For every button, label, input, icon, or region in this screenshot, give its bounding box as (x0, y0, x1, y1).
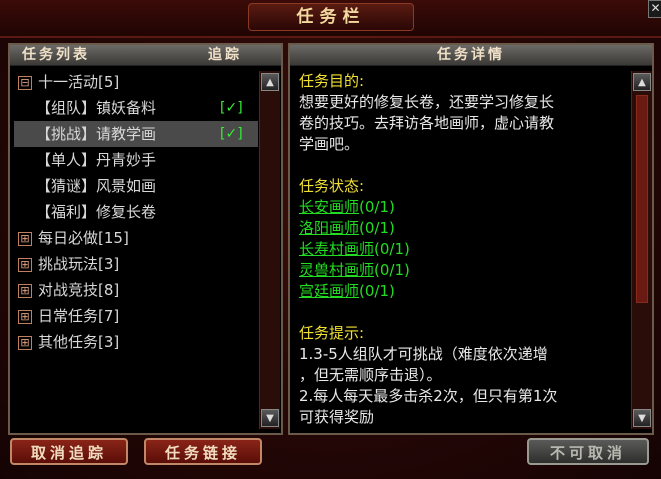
category-row[interactable]: ⊞ 其他任务[3] (14, 329, 258, 355)
status-item: 长安画师(0/1) (299, 197, 625, 218)
npc-link[interactable]: 长安画师 (299, 198, 359, 216)
task-item-label: 【猜谜】风景如画 (36, 177, 157, 195)
goal-heading: 任务目的: (299, 72, 365, 90)
task-detail-scrollbar[interactable]: ▲ ▼ (631, 71, 652, 429)
expand-icon[interactable]: ⊞ (18, 309, 32, 324)
task-detail-content: 任务目的: 想要更好的修复长卷，还要学习修复长 卷的技巧。去拜访各地画师，虚心请… (299, 71, 625, 427)
hint-line: ，但无需顺序击退）。 (299, 366, 442, 384)
window-title: 任务栏 (248, 3, 414, 31)
task-list-panel: 任务列表 追踪 ⊟ 十一活动[5] 【组队】镇妖备料 [✓] 【挑战】请教学画 [… (8, 43, 283, 435)
task-item-selected[interactable]: 【挑战】请教学画 [✓] (14, 121, 258, 147)
status-progress: (0/1) (374, 240, 410, 258)
goal-line: 卷的技巧。去拜访各地画师，虚心请教 (299, 114, 555, 132)
scroll-up-icon[interactable]: ▲ (261, 73, 279, 91)
task-item[interactable]: 【福利】修复长卷 (14, 199, 258, 225)
scroll-up-icon[interactable]: ▲ (633, 73, 651, 91)
status-progress: (0/1) (359, 219, 395, 237)
category-label: 挑战玩法[3] (38, 255, 120, 273)
task-item[interactable]: 【猜谜】风景如画 (14, 173, 258, 199)
task-list-scrollbar[interactable]: ▲ ▼ (259, 71, 280, 429)
title-bar[interactable]: 任务栏 ✕ (0, 0, 661, 38)
status-item: 宫廷画师(0/1) (299, 281, 625, 302)
scroll-down-icon[interactable]: ▼ (261, 409, 279, 427)
npc-link[interactable]: 洛阳画师 (299, 219, 359, 237)
category-row[interactable]: ⊞ 对战竞技[8] (14, 277, 258, 303)
task-item[interactable]: 【单人】丹青妙手 (14, 147, 258, 173)
task-window: 任务栏 ✕ 任务列表 追踪 ⊟ 十一活动[5] 【组队】镇妖备料 [✓] 【挑战】… (0, 0, 661, 479)
npc-link[interactable]: 长寿村画师 (299, 240, 374, 258)
status-progress: (0/1) (374, 261, 410, 279)
close-icon[interactable]: ✕ (648, 0, 661, 18)
status-heading: 任务状态: (299, 177, 365, 195)
expand-icon[interactable]: ⊞ (18, 335, 32, 350)
expand-icon[interactable]: ⊞ (18, 231, 32, 246)
npc-link[interactable]: 宫廷画师 (299, 282, 359, 300)
status-item: 洛阳画师(0/1) (299, 218, 625, 239)
task-link-button[interactable]: 任务链接 (144, 438, 262, 465)
task-detail-header: 任务详情 (290, 45, 652, 66)
category-label: 每日必做[15] (38, 229, 129, 247)
cancel-task-button[interactable]: 不可取消 (527, 438, 649, 465)
track-column-title: 追踪 (208, 47, 242, 63)
task-item[interactable]: 【组队】镇妖备料 [✓] (14, 95, 258, 121)
hint-heading: 任务提示: (299, 324, 365, 342)
npc-link[interactable]: 灵兽村画师 (299, 261, 374, 279)
hint-line: 1.3-5人组队才可挑战（难度依次递增 (299, 345, 548, 363)
task-list-title: 任务列表 (22, 47, 90, 63)
task-list-header: 任务列表 追踪 (10, 45, 281, 66)
category-label: 对战竞技[8] (38, 281, 120, 299)
task-item-label: 【挑战】请教学画 (36, 125, 157, 143)
category-row[interactable]: ⊞ 挑战玩法[3] (14, 251, 258, 277)
category-row[interactable]: ⊞ 日常任务[7] (14, 303, 258, 329)
status-progress: (0/1) (359, 198, 395, 216)
category-row[interactable]: ⊞ 每日必做[15] (14, 225, 258, 251)
task-detail-title: 任务详情 (437, 47, 505, 63)
expand-icon[interactable]: ⊞ (18, 257, 32, 272)
collapse-icon[interactable]: ⊟ (18, 75, 32, 90)
category-label: 十一活动[5] (38, 73, 120, 91)
status-item: 长寿村画师(0/1) (299, 239, 625, 260)
task-detail-panel: 任务详情 任务目的: 想要更好的修复长卷，还要学习修复长 卷的技巧。去拜访各地画… (288, 43, 654, 435)
goal-line: 想要更好的修复长卷，还要学习修复长 (299, 93, 555, 111)
goal-line: 学画吧。 (299, 135, 360, 153)
category-label: 其他任务[3] (38, 333, 120, 351)
hint-line: 2.每人每天最多击杀2次，但只有第1次 (299, 387, 558, 405)
category-label: 日常任务[7] (38, 307, 120, 325)
expand-icon[interactable]: ⊞ (18, 283, 32, 298)
task-tree: ⊟ 十一活动[5] 【组队】镇妖备料 [✓] 【挑战】请教学画 [✓] 【单人】丹… (14, 69, 258, 355)
task-item-label: 【福利】修复长卷 (36, 203, 157, 221)
status-item: 灵兽村画师(0/1) (299, 260, 625, 281)
task-item-label: 【单人】丹青妙手 (36, 151, 157, 169)
hint-line: 可获得奖励 (299, 408, 375, 426)
track-checkbox[interactable]: [✓] (220, 95, 243, 121)
status-progress: (0/1) (359, 282, 395, 300)
category-row[interactable]: ⊟ 十一活动[5] (14, 69, 258, 95)
track-checkbox[interactable]: [✓] (220, 121, 243, 147)
untrack-button[interactable]: 取消追踪 (10, 438, 128, 465)
scroll-down-icon[interactable]: ▼ (633, 409, 651, 427)
task-item-label: 【组队】镇妖备料 (36, 99, 157, 117)
scroll-thumb[interactable] (636, 95, 648, 303)
